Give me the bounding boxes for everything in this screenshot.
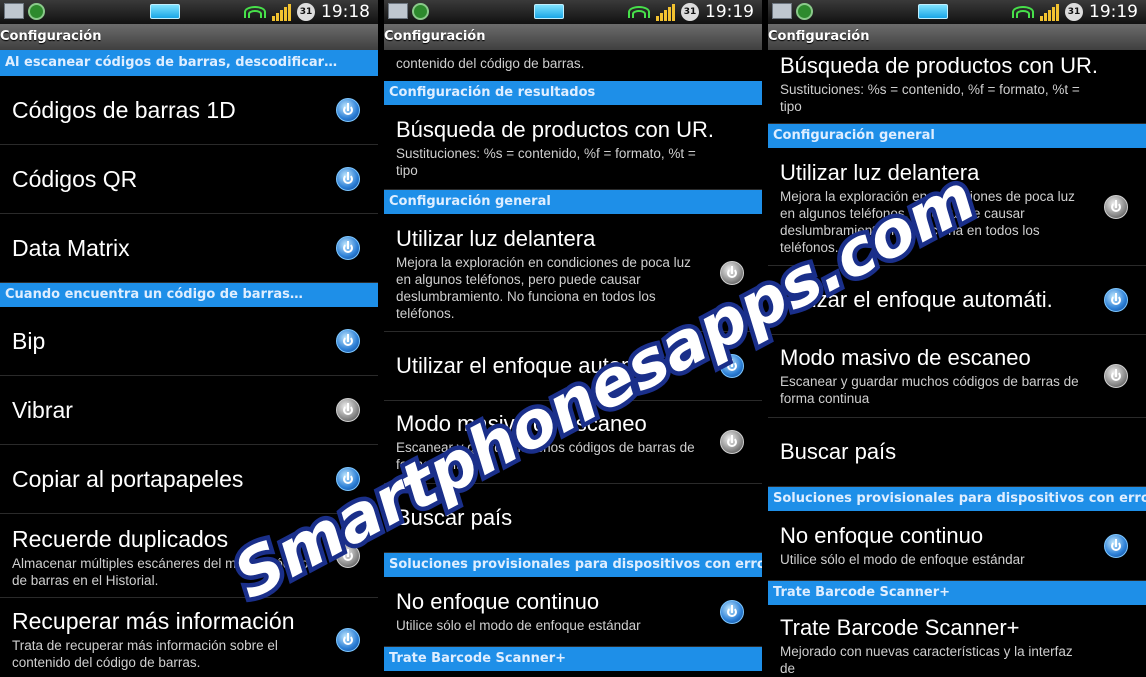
checkbox-on-icon[interactable] — [720, 599, 744, 624]
status-bar: 31 19:18 — [0, 0, 378, 24]
sync-icon — [796, 3, 813, 20]
sync-icon — [412, 3, 429, 20]
checkbox-off-icon[interactable] — [1104, 194, 1128, 219]
setting-try-barcode-scanner-plus[interactable]: Trate Barcode Scanner+ Mejorado con nueva… — [768, 605, 1146, 677]
settings-panel-3: 31 19:19 Configuración Búsqueda de produ… — [768, 0, 1146, 677]
wifi-icon — [1012, 4, 1034, 20]
battery-icon — [534, 4, 564, 19]
setting-search-country[interactable]: Buscar país — [768, 418, 1146, 487]
clock: 19:19 — [705, 2, 754, 22]
setting-search-country[interactable]: Buscar país — [384, 484, 762, 553]
settings-list: contenido del código de barras. Configur… — [384, 50, 762, 671]
category-header: Trate Barcode Scanner+ — [768, 581, 1146, 605]
setting-front-light[interactable]: Utilizar luz delantera Mejora la explorac… — [384, 214, 762, 332]
calendar-icon: 31 — [681, 3, 699, 21]
category-header: Al escanear códigos de barras, descodifi… — [0, 50, 378, 76]
checkbox-on-icon[interactable] — [336, 467, 360, 491]
wifi-icon — [244, 4, 266, 20]
clock: 19:19 — [1089, 2, 1138, 22]
signal-icon — [656, 3, 675, 21]
category-header: Configuración general — [384, 190, 762, 214]
battery-icon — [150, 4, 180, 19]
page-title: Configuración — [768, 24, 1146, 50]
clock: 19:18 — [321, 2, 370, 22]
checkbox-on-icon[interactable] — [336, 98, 360, 122]
setting-vibrate[interactable]: Vibrar — [0, 376, 378, 445]
category-header: Soluciones provisionales para dispositiv… — [768, 487, 1146, 511]
page-title: Configuración — [384, 24, 762, 50]
checkbox-off-icon[interactable] — [336, 543, 360, 568]
setting-data-matrix[interactable]: Data Matrix — [0, 214, 378, 283]
checkbox-off-icon[interactable] — [720, 260, 744, 285]
checkbox-on-icon[interactable] — [1104, 533, 1128, 558]
status-bar: 31 19:19 — [768, 0, 1146, 24]
checkbox-on-icon[interactable] — [1104, 288, 1128, 312]
signal-icon — [272, 3, 291, 21]
category-header: Cuando encuentra un código de barras… — [0, 283, 378, 307]
checkbox-off-icon[interactable] — [1104, 364, 1128, 388]
calendar-icon: 31 — [1065, 3, 1083, 21]
setting-autofocus[interactable]: Utilizar el enfoque automáti. — [384, 332, 762, 401]
checkbox-on-icon[interactable] — [336, 236, 360, 260]
setting-1d-barcodes[interactable]: Códigos de barras 1D — [0, 76, 378, 145]
setting-front-light[interactable]: Utilizar luz delantera Mejora la explorac… — [768, 148, 1146, 266]
checkbox-on-icon[interactable] — [336, 167, 360, 191]
category-header: Configuración de resultados — [384, 81, 762, 105]
calendar-icon: 31 — [297, 3, 315, 21]
sync-icon — [28, 3, 45, 20]
setting-product-search-url[interactable]: Búsqueda de productos con UR. Sustitucion… — [768, 50, 1146, 124]
checkbox-on-icon[interactable] — [336, 627, 360, 652]
battery-icon — [918, 4, 948, 19]
list-item-partial: contenido del código de barras. — [396, 56, 585, 71]
setting-beep[interactable]: Bip — [0, 307, 378, 376]
setting-product-search-url[interactable]: Búsqueda de productos con UR. Sustitucion… — [384, 105, 762, 190]
picture-icon — [4, 3, 24, 19]
checkbox-off-icon[interactable] — [336, 398, 360, 422]
setting-retrieve-more-info[interactable]: Recuperar más información Trata de recupe… — [0, 598, 378, 677]
signal-icon — [1040, 3, 1059, 21]
checkbox-on-icon[interactable] — [336, 329, 360, 353]
category-header: Trate Barcode Scanner+ — [384, 647, 762, 671]
checkbox-on-icon[interactable] — [720, 354, 744, 378]
picture-icon — [388, 3, 408, 19]
page-title: Configuración — [0, 24, 378, 50]
setting-remember-duplicates[interactable]: Recuerde duplicados Almacenar múltiples e… — [0, 514, 378, 598]
wifi-icon — [628, 4, 650, 20]
setting-autofocus[interactable]: Utilizar el enfoque automáti. — [768, 266, 1146, 335]
setting-no-continuous-focus[interactable]: No enfoque continuo Utilice sólo el modo … — [384, 577, 762, 647]
setting-copy-clipboard[interactable]: Copiar al portapapeles — [0, 445, 378, 514]
setting-qr-codes[interactable]: Códigos QR — [0, 145, 378, 214]
checkbox-off-icon[interactable] — [720, 430, 744, 454]
setting-bulk-scan[interactable]: Modo masivo de escaneo Escanear y guardar… — [384, 401, 762, 484]
settings-panel-2: 31 19:19 Configuración contenido del cód… — [384, 0, 762, 677]
setting-no-continuous-focus[interactable]: No enfoque continuo Utilice sólo el modo … — [768, 511, 1146, 581]
category-header: Soluciones provisionales para dispositiv… — [384, 553, 762, 577]
setting-bulk-scan[interactable]: Modo masivo de escaneo Escanear y guardar… — [768, 335, 1146, 418]
settings-list: Al escanear códigos de barras, descodifi… — [0, 50, 378, 677]
status-bar: 31 19:19 — [384, 0, 762, 24]
settings-panel-1: 31 19:18 Configuración Al escanear códig… — [0, 0, 378, 677]
settings-list: Búsqueda de productos con UR. Sustitucion… — [768, 50, 1146, 677]
category-header: Configuración general — [768, 124, 1146, 148]
picture-icon — [772, 3, 792, 19]
